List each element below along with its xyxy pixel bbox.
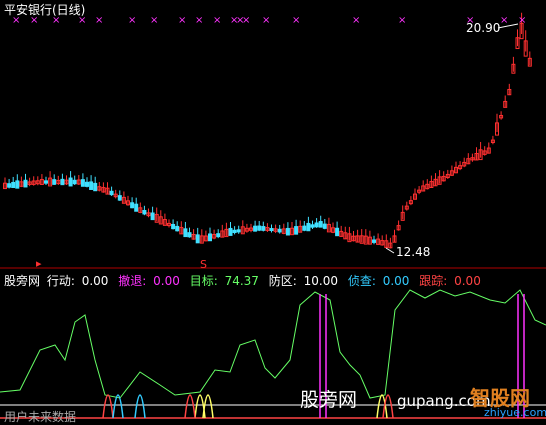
indicator-legend: 股旁网 行动: 0.00 撤退: 0.00 目标: 74.37 防区: 10.0…: [4, 272, 487, 288]
signal-hump: [102, 394, 114, 419]
candle-body: [195, 234, 200, 244]
candle-body: [171, 223, 176, 230]
signal-x-marker: ×: [195, 15, 203, 26]
candle-body: [306, 222, 311, 232]
signal-x-marker: ×: [150, 15, 158, 26]
candle-body: [7, 183, 12, 188]
signal-x-marker: ×: [292, 15, 300, 26]
candle-body: [228, 227, 233, 236]
candle-body: [285, 227, 290, 236]
candle-body: [68, 177, 73, 187]
signal-x-marker: ×: [178, 15, 186, 26]
sell-marker: S: [200, 258, 207, 271]
candle-body: [236, 229, 241, 233]
chart-canvas: × × × × × × × × × × ××× × × × × × × × 20.90 12.48 S ▸: [0, 12, 546, 419]
signal-x-marker: ×: [242, 15, 250, 26]
signal-x-marker: ×: [352, 15, 360, 26]
candle-body: [72, 179, 77, 185]
buy-marker: ▸: [36, 257, 42, 270]
signal-x-marker: ×: [95, 15, 103, 26]
legend-track: 跟踪: 0.00: [419, 274, 481, 288]
candle-body: [52, 179, 57, 185]
candle-body: [318, 221, 323, 228]
candle-body: [117, 195, 122, 201]
candle-body: [183, 228, 188, 238]
candle-body: [89, 181, 94, 190]
candle-body: [269, 228, 274, 232]
candle-body: [310, 224, 315, 228]
legend-retreat: 撤退: 0.00: [118, 274, 180, 288]
candle-body: [80, 179, 85, 187]
candle-body: [277, 228, 282, 233]
candle-body: [175, 225, 180, 232]
chart-title: 平安银行(日线): [4, 3, 86, 17]
watermark-text: 股旁网: [300, 389, 358, 411]
signal-x-marker: ×: [500, 15, 508, 26]
signal-hump: [134, 394, 146, 419]
candle-body: [85, 181, 89, 187]
candle-body: [257, 225, 262, 231]
logo-url: zhiyue.com: [484, 406, 546, 419]
candle-body: [314, 222, 319, 228]
low-arrow: [385, 247, 395, 254]
signal-hump: [184, 394, 196, 419]
candle-body: [294, 226, 299, 235]
candle-body: [44, 180, 48, 184]
candle-body: [216, 233, 221, 238]
candle-body: [23, 179, 28, 188]
signal-x-marker: ×: [262, 15, 270, 26]
candle-body: [187, 232, 192, 238]
candle-body: [322, 223, 327, 229]
candle-body: [11, 181, 16, 188]
signal-x-marker: ×: [398, 15, 406, 26]
candle-body: [253, 225, 258, 232]
legend-target: 目标: 74.37: [189, 274, 259, 288]
candle-body: [261, 226, 266, 231]
candle-body: [15, 180, 20, 189]
footer-note: 用户未来数据: [4, 410, 77, 424]
candle-body: [232, 229, 237, 233]
legend-action: 行动: 0.00: [46, 274, 109, 288]
signal-x-marker: ×: [518, 15, 526, 26]
indicator-name: 股旁网: [4, 274, 41, 288]
candle-body: [335, 227, 340, 237]
legend-zone: 防区: 10.00: [268, 274, 338, 288]
candlestick-series: [3, 12, 532, 249]
candle-body: [372, 239, 376, 243]
candle-body: [150, 212, 155, 221]
signal-markers: × × × × × × × × × × ××× × × × × × × ×: [12, 15, 526, 26]
candle-body: [134, 203, 139, 212]
signal-x-marker: ×: [213, 15, 221, 26]
candle-body: [93, 182, 98, 192]
low-price-label: 12.48: [396, 245, 430, 259]
signal-hump: [112, 394, 124, 419]
legend-scout: 侦查: 0.00: [347, 274, 410, 288]
high-price-label: 20.90: [466, 21, 500, 35]
candle-body: [302, 225, 307, 231]
candle-body: [208, 233, 212, 242]
signal-x-marker: ×: [128, 15, 136, 26]
candle-body: [130, 202, 135, 209]
candle-body: [142, 209, 147, 215]
candle-body: [60, 178, 65, 186]
site-logo: 智股网 zhiyue.com: [446, 382, 546, 422]
candle-body: [109, 190, 114, 196]
